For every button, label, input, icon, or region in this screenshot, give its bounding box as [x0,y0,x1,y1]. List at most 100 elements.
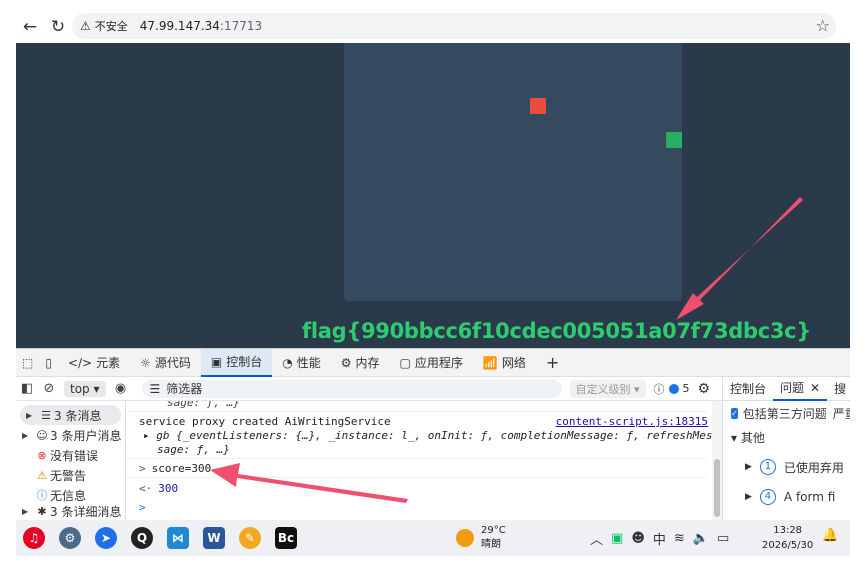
application-icon: ▢ [399,355,411,370]
game-canvas[interactable] [344,43,682,301]
context-selector[interactable]: top ▾ [64,380,106,397]
console-object-line[interactable]: ▸ gb {_eventListeners: {…}, _instance: l… [143,429,713,442]
gauge-icon: ◔ [282,355,293,370]
issue-count: 5 [682,382,690,395]
app-glyph: ⋈ [167,527,189,549]
clock[interactable]: 13:28 2026/5/30 [762,523,813,553]
close-icon[interactable]: ✕ [810,381,820,395]
list-icon: ☰ [41,408,51,422]
issue-counter[interactable]: ⓘ 5 ⚙ [654,381,711,397]
source-link[interactable]: content-script.js:18315 [556,415,708,428]
qq-tray-icon[interactable]: ☻ [631,531,645,546]
issue-group-other[interactable]: ▾ 其他 [723,425,850,449]
settings-gear-icon[interactable]: ⚙ [698,381,711,397]
console-log-line: service proxy created AiWritingService [139,415,391,428]
tab-label: 源代码 [154,356,191,370]
bug-icon: ✱ [37,505,47,517]
netease-music-icon[interactable]: ♫ [16,520,52,556]
sidebar-item-info[interactable]: ⓘ 无信息 [16,485,125,505]
tab-application[interactable]: ▢ 应用程序 [390,349,473,377]
url-port: :17713 [219,19,263,33]
clear-console-icon[interactable]: ⊘ [38,381,60,396]
issues-drawer: 控制台 问题 ✕ 搜 ✓ 包括第三方问题严重 ▾ 其他 ▶ 1 已使用弃用 ▶ 4 A fo… [722,377,850,521]
sidebar-item-messages[interactable]: ▶ ☰ 3 条消息 [20,405,121,425]
console-output[interactable]: sage: ƒ, …} service proxy created AiWrit… [127,401,722,521]
back-arrow-icon[interactable]: ← [16,13,44,41]
word-icon[interactable]: W [196,520,232,556]
tab-sources[interactable]: ☼ 源代码 [130,349,201,377]
console-scrollbar[interactable] [712,401,722,521]
console-prompt[interactable]: > [139,501,146,514]
devtools-panel: ⬚ ▯ </> 元素 ☼ 源代码 ▣ 控制台 ◔ 性能 ⚙ 内存 ▢ 应用程序 📶 网络 + … [16,348,850,521]
tab-label: 应用程序 [414,356,463,370]
sidebar-item-errors[interactable]: ⊗ 没有错误 [16,445,125,465]
issue-item[interactable]: ▶ 4 A form fi [723,485,850,509]
console-sidebar: ▶ ☰ 3 条消息 ▶ ☺ 3 条用户消息 ⊗ 没有错误 ⚠ 无警告 ⓘ 无信息 ▶ ✱ 3 条详… [16,401,126,521]
drawer-tab-search[interactable]: 搜 [827,377,850,401]
issue-item[interactable]: ▶ 1 已使用弃用 [723,455,850,479]
error-icon: ⊗ [37,448,47,462]
devtools-tabbar: ⬚ ▯ </> 元素 ☼ 源代码 ▣ 控制台 ◔ 性能 ⚙ 内存 ▢ 应用程序 📶 网络 + [16,348,850,377]
tab-memory[interactable]: ⚙ 内存 [331,349,390,377]
severity-label[interactable]: 严重 [833,405,850,422]
bug-icon: ☼ [140,355,151,370]
tab-network[interactable]: 📶 网络 [473,349,536,377]
red-block [530,98,546,114]
third-party-checkbox-row[interactable]: ✓ 包括第三方问题严重 [723,401,850,425]
address-bar[interactable]: ⚠ 不安全 47.99.147.34:17713 ☆ [72,13,836,39]
device-toggle-icon[interactable]: ▯ [39,349,58,377]
settings-app-icon[interactable]: ⚙ [52,520,88,556]
sidebar-item-warnings[interactable]: ⚠ 无警告 [16,465,125,485]
burp-app-icon[interactable]: Bc [268,520,304,556]
volume-icon[interactable]: 🔈 [693,531,709,546]
sticky-app-icon[interactable]: ✎ [232,520,268,556]
vscode-icon[interactable]: ⋈ [160,520,196,556]
ime-indicator[interactable]: 中 [653,529,666,548]
notification-bell-icon[interactable]: 🔔 [822,528,838,543]
filter-input[interactable]: ☰ 筛选器 [141,379,562,398]
drawer-tab-console[interactable]: 控制台 [723,377,773,401]
tab-console[interactable]: ▣ 控制台 [200,348,273,377]
inspect-icon[interactable]: ⬚ [16,349,39,377]
url-host: 47.99.147.34 [139,19,220,33]
sidebar-toggle-icon[interactable]: ◧ [16,381,38,396]
log-levels-dropdown[interactable]: 自定义级别 ▾ [569,379,646,398]
checkbox-checked-icon[interactable]: ✓ [731,407,738,419]
weather-widget[interactable]: 29°C 晴朗 [456,524,506,552]
qq-penguin-icon[interactable]: Q [124,520,160,556]
bookmark-star-icon[interactable]: ☆ [816,16,830,35]
wechat-icon[interactable]: ▣ [611,531,623,546]
sidebar-item-verbose[interactable]: ▶ ✱ 3 条详细消息 [16,505,125,517]
wifi-icon: 📶 [482,355,498,370]
battery-icon[interactable]: ▭ [717,531,729,546]
wifi-icon[interactable]: ≋ [674,531,685,546]
drawer-tabbar: 控制台 问题 ✕ 搜 [723,377,850,401]
expand-arrow-icon: ▶ [22,506,29,516]
add-tab-icon[interactable]: + [536,349,569,377]
scrollbar-thumb[interactable] [714,459,720,517]
filter-placeholder: 筛选器 [166,382,203,396]
weather-desc: 晴朗 [481,539,501,550]
expand-arrow-icon: ▶ [22,430,29,440]
reload-icon[interactable]: ↻ [44,13,72,41]
browser-window: ← ↻ ⚠ 不安全 47.99.147.34:17713 ☆ flag{990b… [16,10,850,521]
console-result-line: <· 300 [139,482,178,495]
console-filter-bar: ◧ ⊘ top ▾ ◉ ☰ 筛选器 自定义级别 ▾ ⓘ 5 ⚙ [16,377,722,401]
warning-icon: ⚠ [37,468,47,482]
warning-icon: ⚠ [80,19,91,33]
sidebar-item-user-messages[interactable]: ▶ ☺ 3 条用户消息 [16,425,125,445]
drawer-tab-issues[interactable]: 问题 ✕ [773,377,828,401]
info-icon: ⓘ [36,489,48,502]
sidebar-item-label: 3 条用户消息 [50,428,122,443]
tab-label: 内存 [355,356,380,370]
tab-elements[interactable]: </> 元素 [58,349,130,377]
result-arrow-icon: <· [139,482,153,495]
feishu-app-icon[interactable]: ➤ [88,520,124,556]
chevron-up-icon[interactable]: ︿ [590,529,603,548]
tab-performance[interactable]: ◔ 性能 [272,349,331,377]
page-viewport: flag{990bbcc6f10cdec005051a07f73dbc3c} [16,43,850,348]
issue-label: A form fi [783,490,836,504]
live-expression-eye-icon[interactable]: ◉ [110,381,132,396]
console-command-line: > score=300 [139,462,211,475]
command-prompt-icon: > [139,462,146,475]
